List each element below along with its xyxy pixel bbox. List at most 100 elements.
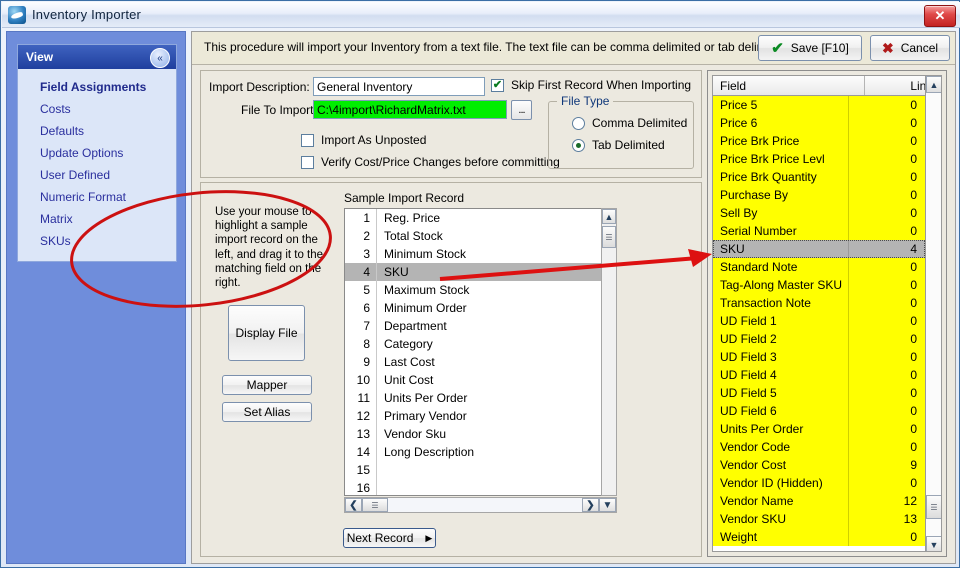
view-panel-header: View « (18, 45, 176, 69)
list-item[interactable]: 8 Category (345, 335, 616, 353)
cell-line: 0 (910, 296, 917, 310)
list-item[interactable]: 12 Primary Vendor (345, 407, 616, 425)
sample-list-horizontal-scrollbar[interactable]: ❮ ☰ ❯ ▼ (344, 497, 617, 513)
table-row[interactable]: Price Brk Price Levl 0 (713, 150, 925, 168)
field-grid-header: Field Line (713, 76, 941, 96)
sidebar-item-numeric-format[interactable]: Numeric Format (18, 186, 176, 208)
sidebar-item-user-defined[interactable]: User Defined (18, 164, 176, 186)
cell-field: Units Per Order (713, 420, 849, 438)
table-row[interactable]: Vendor Code 0 (713, 438, 925, 456)
list-item[interactable]: 16 (345, 479, 616, 495)
list-item[interactable]: 9 Last Cost (345, 353, 616, 371)
table-row[interactable]: Purchase By 0 (713, 186, 925, 204)
verify-cost-price-checkbox[interactable]: Verify Cost/Price Changes before committ… (301, 155, 560, 169)
cell-field: Price Brk Price (713, 132, 849, 150)
cancel-button[interactable]: ✖ Cancel (870, 35, 950, 61)
radio-comma-delimited[interactable]: Comma Delimited (572, 116, 687, 130)
sidebar-item-skus[interactable]: SKUs (18, 230, 176, 252)
sidebar-item-update-options[interactable]: Update Options (18, 142, 176, 164)
list-item[interactable]: 3 Minimum Stock (345, 245, 616, 263)
table-row[interactable]: UD Field 1 0 (713, 312, 925, 330)
window-title: Inventory Importer (32, 7, 142, 22)
field-grid-vertical-scrollbar[interactable]: ▲ ☰ ▼ (925, 76, 941, 551)
browse-file-button[interactable]: ... (511, 100, 532, 120)
scroll-down-icon[interactable]: ▼ (599, 498, 616, 512)
row-label: Minimum Order (384, 301, 467, 315)
table-row[interactable]: Price Brk Price 0 (713, 132, 925, 150)
scroll-up-icon[interactable]: ▲ (926, 76, 941, 93)
scroll-right-icon[interactable]: ❯ (582, 498, 599, 512)
list-item[interactable]: 14 Long Description (345, 443, 616, 461)
set-alias-button[interactable]: Set Alias (222, 402, 312, 422)
skip-first-record-checkbox[interactable]: ✔ Skip First Record When Importing (491, 78, 691, 92)
table-row[interactable]: Vendor ID (Hidden) 0 (713, 474, 925, 492)
table-row[interactable]: Price 6 0 (713, 114, 925, 132)
sample-list-vertical-scrollbar[interactable]: ▲ ☰ (601, 208, 617, 496)
table-row[interactable]: Transaction Note 0 (713, 294, 925, 312)
list-item[interactable]: 7 Department (345, 317, 616, 335)
sample-import-record-list[interactable]: 1 Reg. Price 2 Total Stock 3 Minimum Stock … (344, 208, 617, 496)
table-row[interactable]: Serial Number 0 (713, 222, 925, 240)
row-label: Vendor Sku (384, 427, 447, 441)
row-label: Reg. Price (384, 211, 441, 225)
scroll-thumb[interactable]: ☰ (362, 498, 388, 512)
table-row[interactable]: Tag-Along Master SKU 0 (713, 276, 925, 294)
table-row-selected[interactable]: SKU 4 (713, 240, 925, 258)
radio-tab-delimited[interactable]: Tab Delimited (572, 138, 665, 152)
row-number: 5 (345, 281, 377, 299)
field-grid[interactable]: Field Line Price 5 0 Price 6 0 Price Brk P… (712, 75, 942, 552)
main-content: This procedure will import your Inventor… (191, 31, 956, 564)
scroll-thumb[interactable]: ☰ (602, 226, 616, 248)
next-record-label: Next Record (346, 531, 414, 545)
table-row[interactable]: Vendor Name 12 (713, 492, 925, 510)
list-item[interactable]: 10 Unit Cost (345, 371, 616, 389)
table-row[interactable]: Vendor Cost 9 (713, 456, 925, 474)
view-panel: View « Field Assignments Costs Defaults … (17, 44, 177, 262)
row-number: 11 (345, 389, 377, 407)
table-row[interactable]: Price 5 0 (713, 96, 925, 114)
table-row[interactable]: Standard Note 0 (713, 258, 925, 276)
cell-field: Transaction Note (713, 294, 849, 312)
scroll-left-icon[interactable]: ❮ (345, 498, 362, 512)
scroll-up-icon[interactable]: ▲ (602, 209, 616, 224)
table-row[interactable]: UD Field 5 0 (713, 384, 925, 402)
mapper-button[interactable]: Mapper (222, 375, 312, 395)
scroll-thumb[interactable]: ☰ (926, 495, 941, 519)
file-to-import-input[interactable]: C:\4import\RichardMatrix.txt (313, 100, 507, 119)
table-row[interactable]: UD Field 6 0 (713, 402, 925, 420)
cell-line: 9 (910, 458, 917, 472)
scroll-down-icon[interactable]: ▼ (926, 536, 941, 551)
table-row[interactable]: UD Field 4 0 (713, 366, 925, 384)
chevron-up-icon[interactable]: « (150, 48, 170, 68)
import-as-unposted-checkbox[interactable]: Import As Unposted (301, 133, 426, 147)
display-file-button[interactable]: Display File (228, 305, 305, 361)
list-item[interactable]: 15 (345, 461, 616, 479)
cell-line: 0 (910, 152, 917, 166)
close-icon[interactable]: ✕ (924, 5, 956, 27)
list-item[interactable]: 2 Total Stock (345, 227, 616, 245)
sidebar-item-matrix[interactable]: Matrix (18, 208, 176, 230)
table-row[interactable]: Weight 0 (713, 528, 925, 546)
table-row[interactable]: Price Brk Quantity 0 (713, 168, 925, 186)
sidebar-item-costs[interactable]: Costs (18, 98, 176, 120)
list-item[interactable]: 5 Maximum Stock (345, 281, 616, 299)
list-item[interactable]: 1 Reg. Price (345, 209, 616, 227)
row-number: 3 (345, 245, 377, 263)
sidebar-item-field-assignments[interactable]: Field Assignments (18, 76, 176, 98)
list-item-selected[interactable]: 4 SKU (345, 263, 616, 281)
next-record-button[interactable]: Next Record ▶ (343, 528, 436, 548)
import-description-input[interactable]: General Inventory (313, 77, 485, 96)
table-row[interactable]: Sell By 0 (713, 204, 925, 222)
list-item[interactable]: 6 Minimum Order (345, 299, 616, 317)
table-row[interactable]: UD Field 2 0 (713, 330, 925, 348)
table-row[interactable]: Units Per Order 0 (713, 420, 925, 438)
save-button[interactable]: ✔ Save [F10] (758, 35, 862, 61)
list-item[interactable]: 11 Units Per Order (345, 389, 616, 407)
table-row[interactable]: UD Field 3 0 (713, 348, 925, 366)
cell-line: 0 (910, 386, 917, 400)
list-item[interactable]: 13 Vendor Sku (345, 425, 616, 443)
cell-field: UD Field 5 (713, 384, 849, 402)
cell-field: Vendor Code (713, 438, 849, 456)
table-row[interactable]: Vendor SKU 13 (713, 510, 925, 528)
sidebar-item-defaults[interactable]: Defaults (18, 120, 176, 142)
